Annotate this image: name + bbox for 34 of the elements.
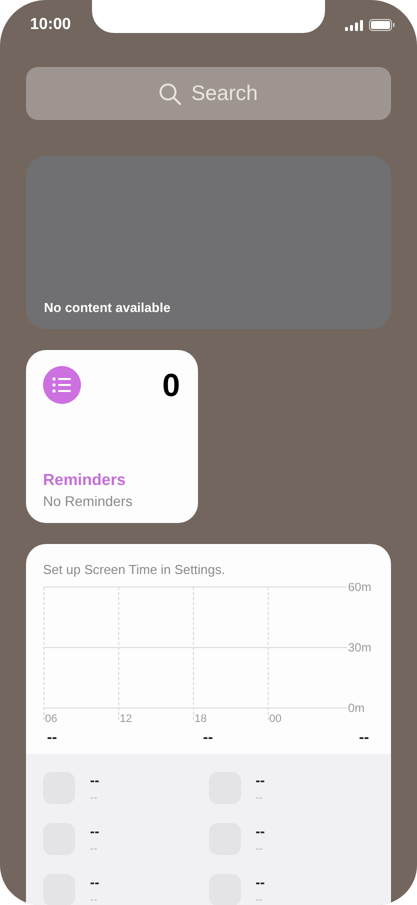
axis-label: 30m: [348, 640, 372, 654]
app-usage: --: [90, 843, 98, 855]
usage-total: --: [47, 729, 57, 746]
battery-icon: [369, 19, 395, 31]
signal-icon: [345, 20, 363, 30]
status-time: 10:00: [30, 16, 71, 34]
app-name: --: [256, 772, 265, 788]
widget-subtitle: No Reminders: [43, 493, 134, 509]
axis-label: 00: [269, 713, 282, 725]
list-icon: [43, 366, 81, 404]
usage-total: --: [359, 729, 369, 746]
app-usage: --: [90, 792, 98, 804]
reminders-widget[interactable]: 0 Reminders No Reminders: [26, 350, 198, 523]
app-name: --: [90, 874, 100, 890]
app-usage: --: [90, 894, 98, 905]
widget-card[interactable]: No content available: [26, 156, 391, 329]
app-usage: --: [256, 792, 264, 804]
app-name: --: [90, 823, 100, 839]
app-name: --: [256, 874, 265, 890]
axis-label: 0m: [348, 701, 365, 715]
widget-message: Set up Screen Time in Settings.: [43, 562, 226, 577]
app-name: --: [256, 823, 265, 839]
axis-label: 12: [120, 713, 132, 725]
widget-title: Reminders: [43, 472, 127, 490]
app-name: --: [90, 772, 100, 788]
widget-message: No content available: [44, 300, 170, 315]
search-placeholder: Search: [191, 82, 258, 106]
axis-label: 06: [45, 713, 58, 725]
search-icon: [159, 82, 182, 104]
reminder-count: 0: [162, 366, 180, 404]
axis-label: 18: [194, 713, 207, 725]
app-usage: --: [256, 843, 264, 855]
usage-total: --: [203, 729, 213, 746]
app-usage: --: [256, 894, 264, 905]
